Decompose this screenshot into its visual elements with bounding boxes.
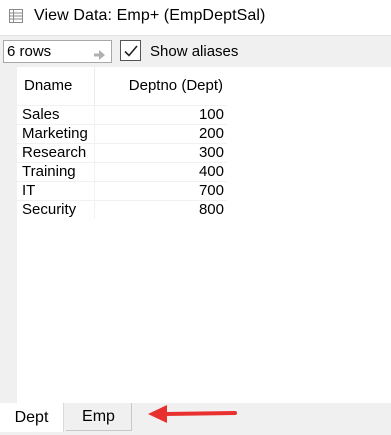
cell-deptno[interactable]: 800	[94, 199, 227, 219]
toolbar: 6 rows Show aliases	[0, 35, 391, 67]
cell-deptno[interactable]: 700	[94, 180, 227, 200]
cell-dname[interactable]: Sales	[17, 104, 95, 124]
tab-dept[interactable]: Dept	[0, 403, 64, 432]
show-aliases-checkbox[interactable]	[120, 40, 141, 61]
cell-deptno[interactable]: 300	[94, 142, 227, 162]
cell-dname[interactable]: Research	[17, 142, 95, 162]
cell-dname[interactable]: Security	[17, 199, 95, 219]
arrow-right-icon[interactable]	[94, 47, 105, 60]
cell-deptno[interactable]: 200	[94, 123, 227, 143]
data-grid: Dname Deptno (Dept) Sales 100 Marketing …	[17, 67, 227, 219]
data-grid-area: Dname Deptno (Dept) Sales 100 Marketing …	[0, 67, 391, 403]
cell-dname[interactable]: IT	[17, 180, 95, 200]
grid-header-row: Dname Deptno (Dept)	[17, 67, 227, 105]
row-count-value: 6 rows	[7, 43, 52, 60]
red-arrow-icon	[148, 405, 237, 423]
view-data-window: View Data: Emp+ (EmpDeptSal) 6 rows Show…	[0, 0, 391, 435]
title-bar: View Data: Emp+ (EmpDeptSal)	[0, 0, 391, 34]
table-row[interactable]: Sales 100	[17, 104, 227, 124]
cell-dname[interactable]: Training	[17, 161, 95, 181]
column-header-deptno[interactable]: Deptno (Dept)	[94, 67, 227, 105]
table-row[interactable]: Training 400	[17, 161, 227, 181]
checkmark-icon	[124, 45, 138, 57]
window-title: View Data: Emp+ (EmpDeptSal)	[34, 7, 266, 24]
table-row[interactable]: Security 800	[17, 199, 227, 219]
tab-emp[interactable]: Emp	[66, 403, 132, 431]
table-icon	[9, 9, 23, 23]
cell-dname[interactable]: Marketing	[17, 123, 95, 143]
show-aliases-label[interactable]: Show aliases	[150, 43, 238, 60]
cell-deptno[interactable]: 400	[94, 161, 227, 181]
row-count-field[interactable]: 6 rows	[3, 40, 112, 63]
column-header-dname[interactable]: Dname	[17, 67, 95, 105]
cell-deptno[interactable]: 100	[94, 104, 227, 124]
table-row[interactable]: Research 300	[17, 142, 227, 162]
table-row[interactable]: IT 700	[17, 180, 227, 200]
row-header-strip	[0, 67, 17, 403]
table-row[interactable]: Marketing 200	[17, 123, 227, 143]
